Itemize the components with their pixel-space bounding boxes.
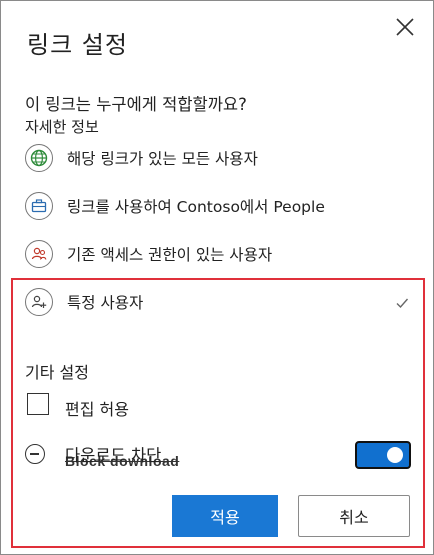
minus-circle-icon [25,444,45,464]
option-label: 링크를 사용하여 Contoso에서 People [67,198,325,216]
people-add-icon [25,288,53,316]
audience-question: 이 링크는 누구에게 적합할까요? [25,95,247,114]
more-info-link[interactable]: 자세한 정보 [25,116,99,137]
option-label: 해당 링크가 있는 모든 사용자 [67,150,258,168]
option-label: 기존 액세스 권한이 있는 사용자 [67,246,273,264]
allow-edit-checkbox[interactable] [27,393,49,415]
toggle-knob [387,447,403,463]
checkmark-icon [395,295,409,309]
other-settings-heading: 기타 설정 [25,363,89,382]
link-settings-dialog: 링크 설정 이 링크는 누구에게 적합할까요? 자세한 정보 해당 링크가 있는… [0,0,434,555]
cancel-button[interactable]: 취소 [298,495,410,537]
option-label: 특정 사용자 [67,294,144,312]
apply-button[interactable]: 적용 [172,495,278,537]
globe-icon [25,144,53,172]
option-people-in-org[interactable]: 링크를 사용하여 Contoso에서 People [25,188,325,224]
block-download-toggle[interactable] [355,441,411,469]
allow-edit-label: 편집 허용 [65,400,129,419]
close-icon[interactable] [391,13,419,41]
option-anyone-with-link[interactable]: 해당 링크가 있는 모든 사용자 [25,140,258,176]
option-existing-access[interactable]: 기존 액세스 권한이 있는 사용자 [25,236,272,272]
block-download-label: 다운로드 차단 [65,446,162,465]
option-specific-people[interactable]: 특정 사용자 [25,284,143,320]
people-icon [25,240,53,268]
dialog-title: 링크 설정 [27,31,128,59]
briefcase-icon [25,192,53,220]
